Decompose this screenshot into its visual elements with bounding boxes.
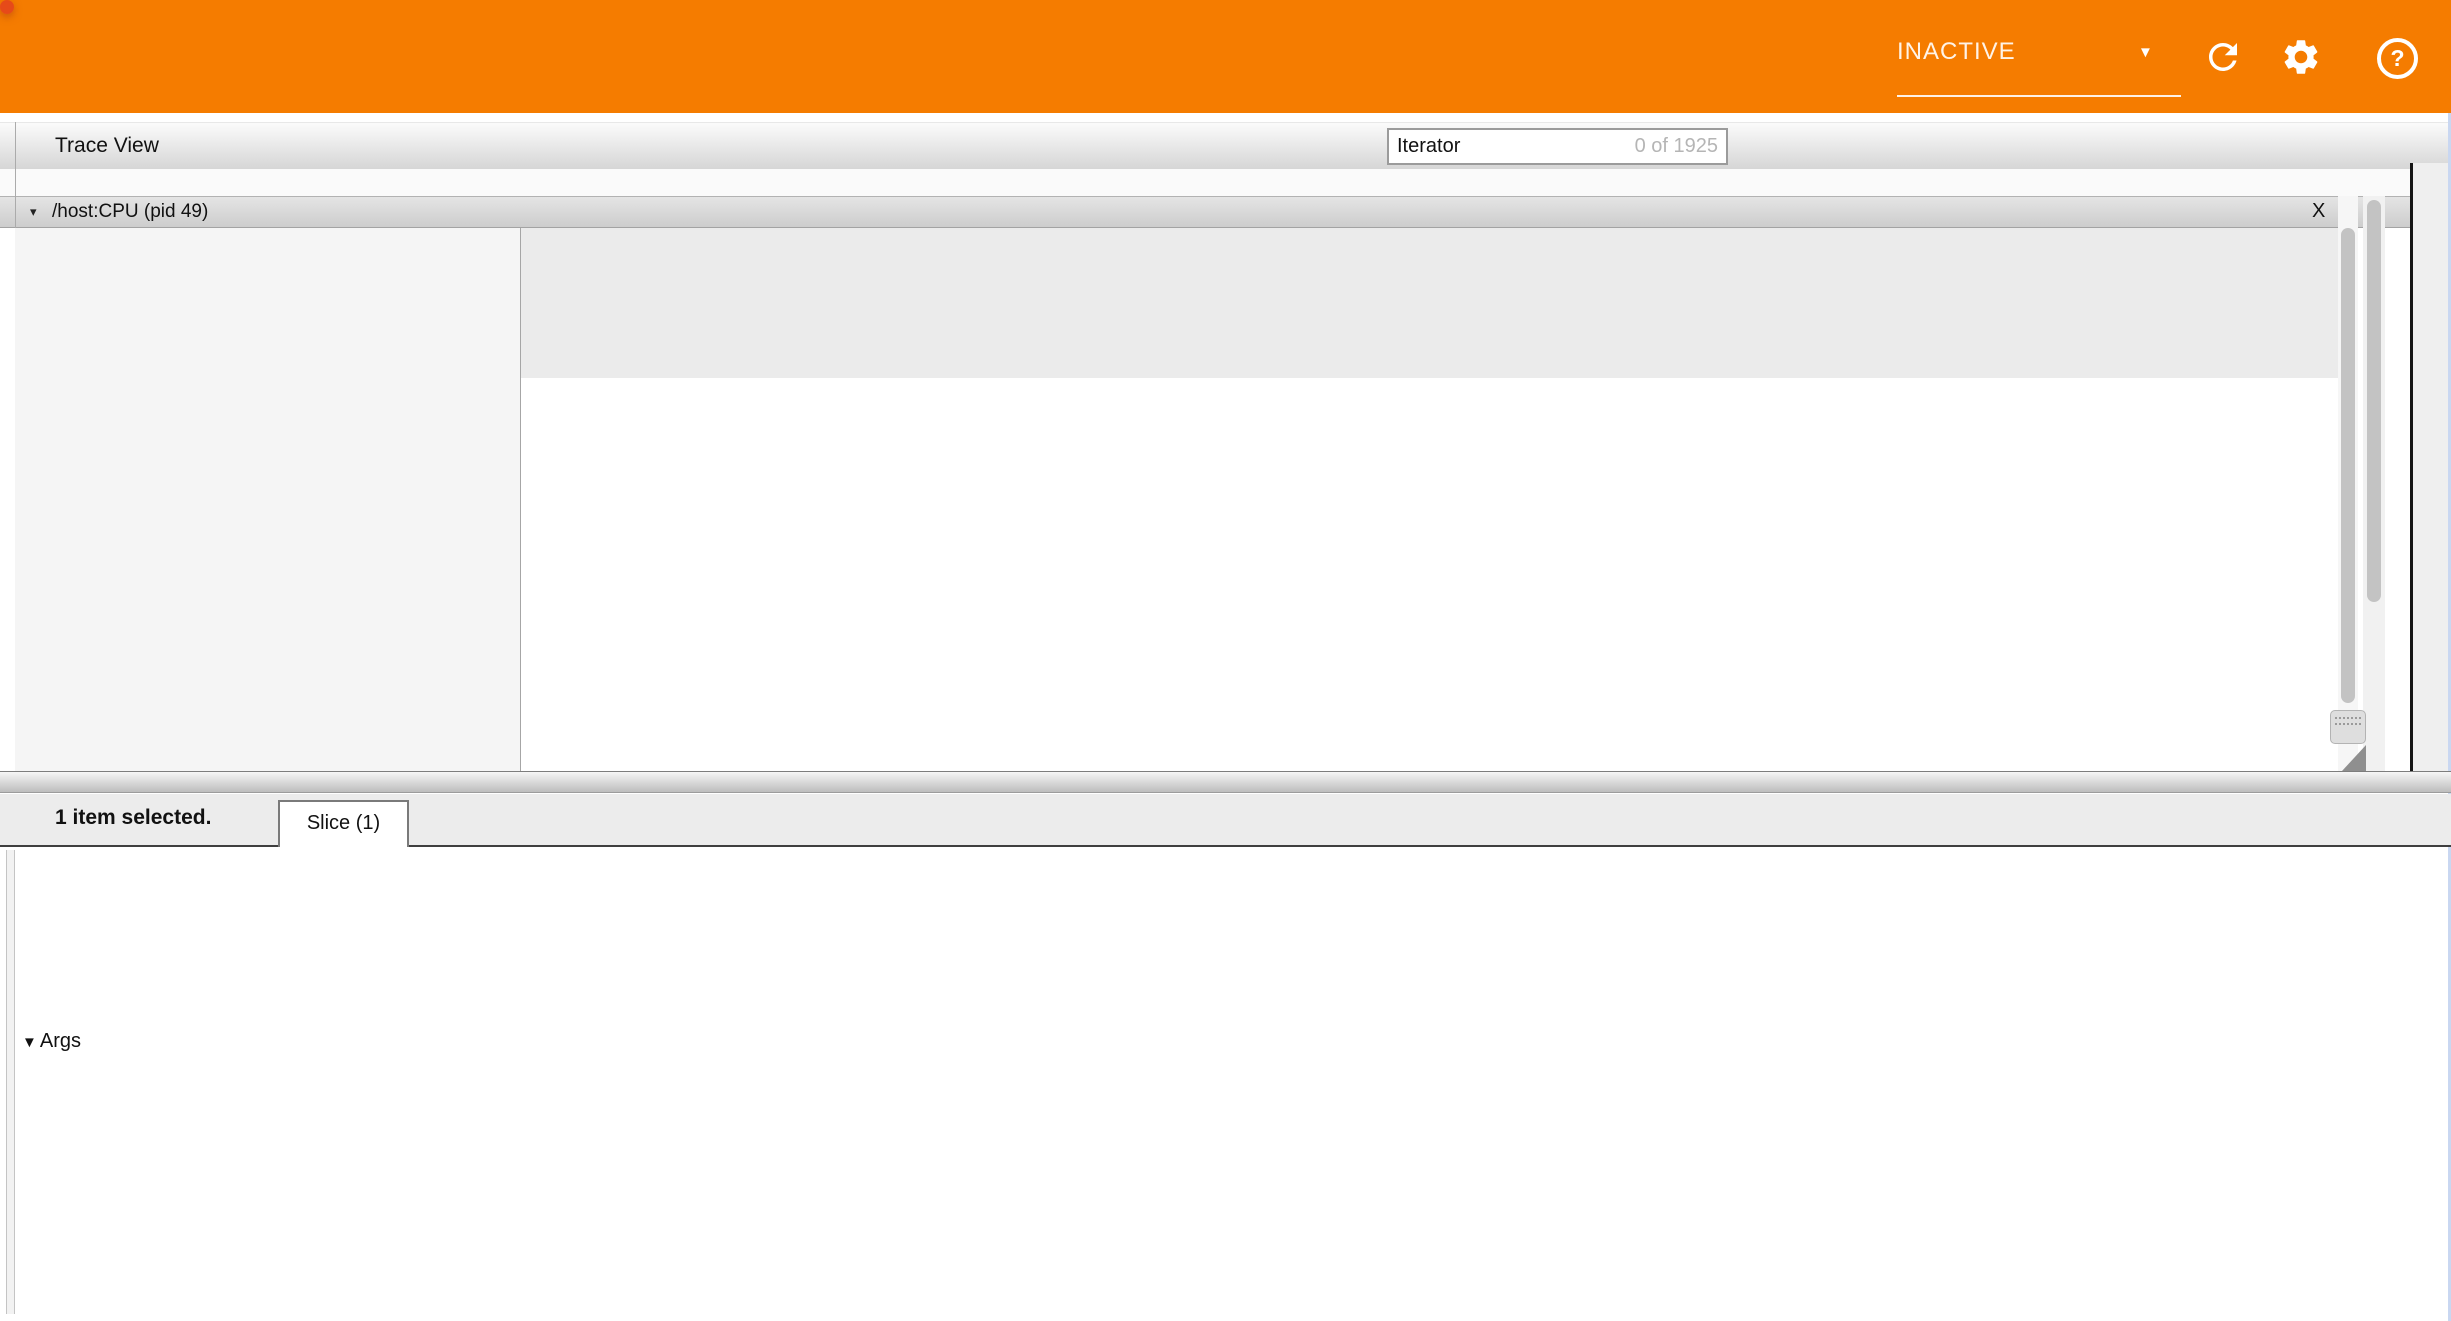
triangle-down-icon[interactable]: ▼	[22, 1034, 37, 1051]
iterator-resource-band	[520, 228, 2338, 378]
collapse-icon[interactable]: ▾	[30, 204, 37, 220]
panel-splitter[interactable]	[0, 771, 2451, 793]
search-value: Iterator	[1397, 135, 1460, 158]
tab-slice[interactable]: Slice (1)	[278, 800, 409, 847]
track-name-panel	[15, 228, 521, 771]
sidebar	[2413, 163, 2448, 790]
trace-view-toolbar: Trace View Iterator 0 of 1925	[0, 122, 2451, 171]
process-header[interactable]: ▾ /host:CPU (pid 49) X	[0, 196, 2410, 228]
process-name: /host:CPU (pid 49)	[52, 201, 208, 223]
chevron-down-icon[interactable]: ▼	[2138, 44, 2153, 61]
status-dropdown-underline	[1897, 95, 2181, 97]
args-section-header[interactable]: ▼Args	[22, 1030, 81, 1053]
app-header: INACTIVE ▼ ?	[0, 0, 2451, 113]
toolbar-title: Trace View	[55, 134, 159, 158]
timeline-ruler	[0, 169, 2410, 196]
search-result-count: 0 of 1925	[1635, 135, 1718, 158]
help-icon[interactable]: ?	[2377, 38, 2418, 79]
status-dropdown-value[interactable]: INACTIVE	[1897, 38, 2016, 66]
args-label: Args	[40, 1030, 81, 1052]
resize-grip-handle[interactable]	[2330, 710, 2366, 744]
outer-scrollbar-thumb[interactable]	[2367, 200, 2381, 602]
corner-resize-icon[interactable]	[2342, 745, 2366, 771]
toolbar-controls: Iterator 0 of 1925	[1387, 126, 1728, 167]
selection-count-text: 1 item selected.	[55, 806, 211, 830]
refresh-icon[interactable]	[2202, 36, 2244, 78]
vertical-scrollbar-thumb[interactable]	[2341, 228, 2355, 703]
trace-viewer-window: INACTIVE ▼ ? Trace View Iterator 0 of 19…	[0, 0, 2451, 1321]
selection-highlight-box	[0, 0, 14, 14]
search-input[interactable]: Iterator 0 of 1925	[1387, 128, 1728, 165]
grip-dots	[2335, 723, 2361, 729]
close-icon[interactable]: X	[2312, 200, 2325, 223]
gear-icon[interactable]	[2280, 36, 2322, 78]
details-scrollbar-gutter[interactable]	[6, 850, 15, 1314]
